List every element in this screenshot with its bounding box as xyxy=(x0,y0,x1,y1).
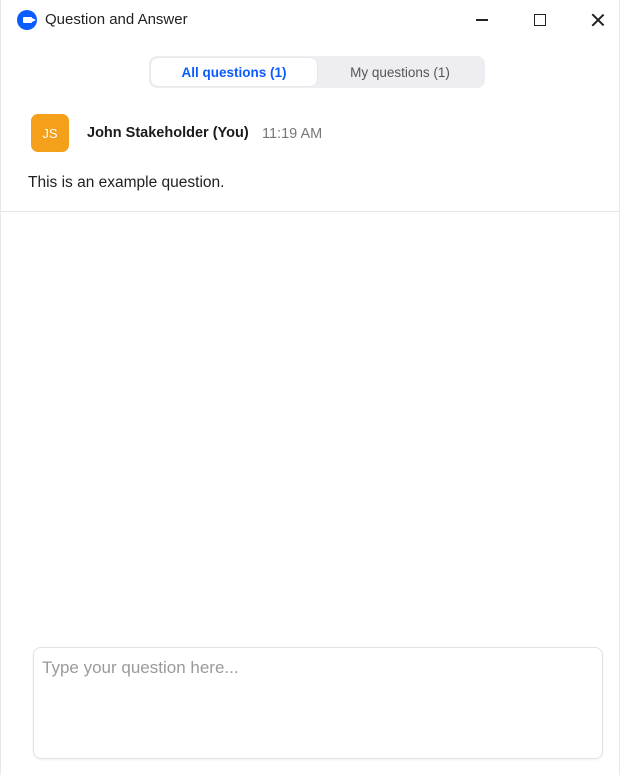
window-title: Question and Answer xyxy=(45,11,188,28)
question-author: John Stakeholder (You) xyxy=(87,125,249,141)
question-input-box xyxy=(33,647,603,759)
question-input[interactable] xyxy=(34,648,602,758)
qa-window: Question and Answer All questions (1) My… xyxy=(0,0,620,775)
question-item: JS John Stakeholder (You) 11:19 AM This … xyxy=(1,100,620,212)
maximize-button[interactable] xyxy=(517,0,563,40)
question-text: This is an example question. xyxy=(28,174,225,191)
avatar: JS xyxy=(31,114,69,152)
tab-my-questions[interactable]: My questions (1) xyxy=(317,58,483,86)
tab-all-questions[interactable]: All questions (1) xyxy=(151,58,317,86)
maximize-icon xyxy=(534,14,546,26)
close-icon xyxy=(591,13,605,27)
minimize-button[interactable] xyxy=(459,0,505,40)
title-bar[interactable]: Question and Answer xyxy=(1,0,620,40)
close-button[interactable] xyxy=(575,0,620,40)
zoom-camera-icon xyxy=(17,10,37,30)
minimize-icon xyxy=(476,19,488,21)
question-tabs: All questions (1) My questions (1) xyxy=(149,56,485,88)
question-time: 11:19 AM xyxy=(262,126,323,142)
